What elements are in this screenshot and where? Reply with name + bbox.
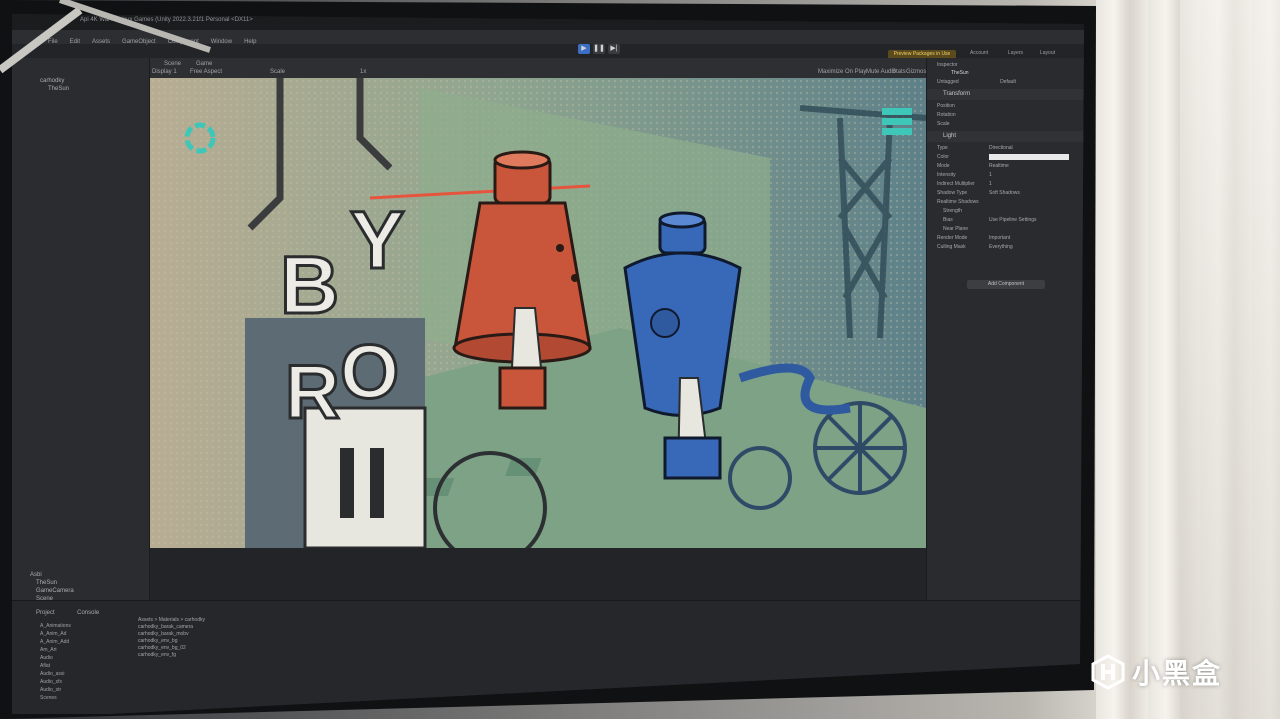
file-item[interactable]: carhodky_env_bg: [138, 638, 205, 645]
light-row: Near Plane: [943, 226, 969, 232]
project-folder-tree: A_Animations A_Anim_Ad A_Anim_Add Am_Art…: [40, 623, 130, 703]
layers-menu[interactable]: Layers: [1008, 50, 1023, 56]
folder-item[interactable]: Audio: [40, 655, 130, 663]
layer-value[interactable]: Default: [1000, 79, 1016, 85]
tab-project[interactable]: Project: [36, 610, 55, 616]
add-component-button[interactable]: Add Component: [967, 280, 1045, 289]
file-item[interactable]: carhodky_barak_mobv: [138, 631, 205, 638]
folder-item[interactable]: Am_Art: [40, 647, 130, 655]
scale-value: 1x: [360, 69, 367, 75]
light-header[interactable]: Light: [927, 131, 1084, 142]
tab-console[interactable]: Console: [77, 610, 99, 616]
sign-letter-r: R: [285, 350, 340, 435]
hierarchy-item[interactable]: GameCamera: [30, 586, 74, 594]
hierarchy-item[interactable]: TheSun: [30, 578, 74, 586]
game-artwork: B Y R O: [150, 78, 926, 548]
hierarchy-item[interactable]: Asbi: [30, 570, 74, 578]
stats-toggle[interactable]: Stats: [892, 69, 906, 75]
file-item[interactable]: carhodky_barak_camera: [138, 624, 205, 631]
light-row: Culling Mask Everything: [937, 244, 1013, 250]
folder-item[interactable]: Audio_assi: [40, 671, 130, 679]
folder-item[interactable]: Aflat: [40, 663, 130, 671]
window-light: [1180, 0, 1280, 719]
breadcrumb: Assets > Materials > carhodky: [138, 617, 205, 623]
folder-item[interactable]: Audio_sfx: [40, 679, 130, 687]
monitor-screen: Api 4K Wai Ki Linux Games (Unity 2022.3.…: [12, 14, 1084, 714]
light-row: Strength: [943, 208, 962, 214]
project-file-list: Assets > Materials > carhodky carhodky_b…: [138, 617, 205, 659]
light-row: Shadow Type Soft Shadows: [937, 190, 1020, 196]
sign-letter-o: O: [340, 330, 399, 415]
watermark: 小黑盒: [1090, 652, 1222, 692]
hierarchy-panel: carhodky TheSun Asbi TheSun GameCamera S…: [12, 58, 150, 618]
pause-button[interactable]: ❚❚: [593, 44, 605, 54]
transform-position-label: Position: [937, 103, 955, 109]
game-view-tabs: Scene Game Display 1 Free Aspect Scale 1…: [150, 58, 926, 78]
play-controls: ▶ ❚❚ ▶|: [578, 44, 620, 56]
inspector-title: Inspector: [937, 62, 958, 68]
folder-item[interactable]: Audio_str: [40, 687, 130, 695]
desk-lamp-arm: [0, 0, 211, 74]
watermark-text: 小黑盒: [1132, 658, 1223, 689]
file-item[interactable]: carhodky_env_fg: [138, 652, 205, 659]
tag-value[interactable]: Untagged: [937, 79, 959, 85]
heybox-logo-icon: [1091, 654, 1125, 690]
light-row: Mode Realtime: [937, 163, 1009, 169]
inspector-panel: Inspector TheSun Untagged Default Transf…: [926, 58, 1084, 618]
light-row: Bias Use Pipeline Settings: [943, 217, 1037, 223]
light-row: Render Mode Important: [937, 235, 1011, 241]
transform-rotation-label: Rotation: [937, 112, 956, 118]
sign-letter-y: Y: [350, 195, 405, 286]
step-button[interactable]: ▶|: [608, 44, 620, 54]
inspector-tag-row: Untagged Default: [927, 76, 1084, 85]
maximize-on-play-toggle[interactable]: Maximize On Play: [818, 69, 866, 75]
light-row: Realtime Shadows: [937, 199, 979, 205]
transform-header[interactable]: Transform: [927, 89, 1084, 100]
menu-help[interactable]: Help: [244, 39, 256, 45]
folder-item[interactable]: Scenes: [40, 695, 130, 703]
gizmos-toggle[interactable]: Gizmos: [906, 69, 926, 75]
transform-scale-label: Scale: [937, 121, 950, 127]
scale-label: Scale: [270, 69, 286, 75]
light-row: Indirect Multiplier 1: [937, 181, 992, 187]
light-row: Color: [927, 151, 1084, 160]
folder-item[interactable]: A_Animations: [40, 623, 130, 631]
light-row: Intensity 1: [937, 172, 992, 178]
photo-scene: Api 4K Wai Ki Linux Games (Unity 2022.3.…: [0, 0, 1280, 719]
account-menu[interactable]: Account: [970, 50, 988, 56]
inspector-object-name[interactable]: TheSun: [927, 67, 1084, 76]
menu-icon: [882, 108, 912, 135]
hierarchy-item-thesun[interactable]: TheSun: [12, 84, 149, 92]
folder-item[interactable]: A_Anim_Add: [40, 639, 130, 647]
file-item[interactable]: carhodky_env_bg_02: [138, 645, 205, 652]
sign-letter-b: B: [280, 240, 339, 331]
folder-item[interactable]: A_Anim_Ad: [40, 631, 130, 639]
layout-menu[interactable]: Layout: [1040, 50, 1055, 56]
play-button[interactable]: ▶: [578, 44, 590, 54]
game-view[interactable]: B Y R O: [150, 78, 926, 548]
light-row: Type Directional: [937, 145, 1013, 151]
